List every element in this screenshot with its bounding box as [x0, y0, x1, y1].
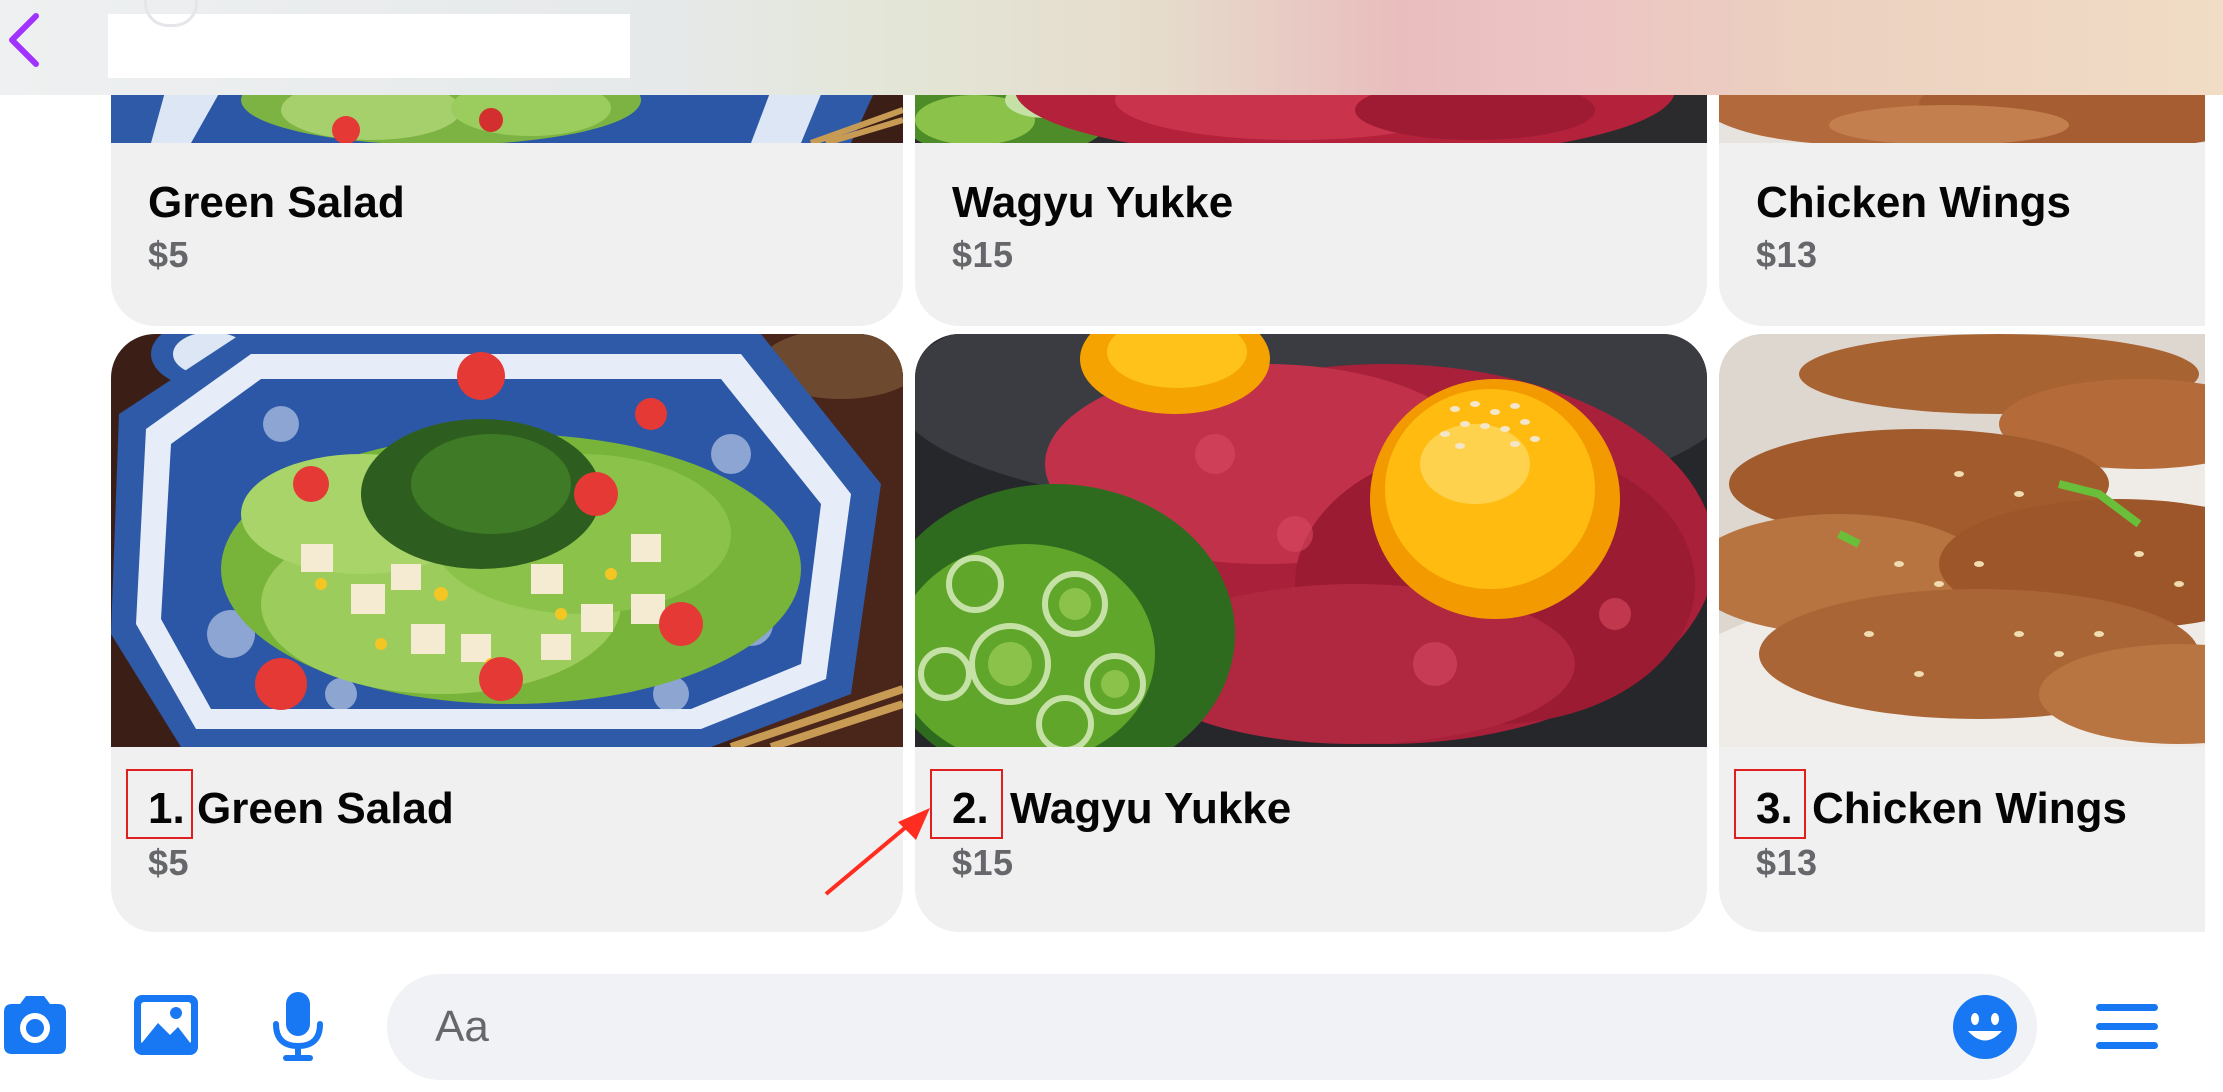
annotation-arrow-icon — [824, 808, 930, 896]
item-title: Wagyu Yukke — [1010, 784, 1292, 833]
green-salad-image — [111, 334, 903, 747]
chevron-left-icon — [9, 13, 39, 67]
item-price: $5 — [148, 842, 190, 883]
message-composer — [387, 974, 2037, 1080]
viewport-edge — [2205, 95, 2223, 955]
photo-icon — [134, 995, 198, 1055]
photo-button[interactable] — [132, 993, 200, 1057]
emoji-icon — [1953, 995, 2017, 1059]
menu-button[interactable] — [2094, 1000, 2160, 1054]
menu-icon — [2096, 1004, 2158, 1049]
item-price: $15 — [952, 234, 1014, 275]
microphone-button[interactable] — [270, 990, 326, 1062]
camera-button[interactable] — [0, 990, 70, 1060]
item-price: $15 — [952, 842, 1014, 883]
item-title: Wagyu Yukke — [952, 178, 1234, 227]
item-price: $13 — [1756, 842, 1818, 883]
menu-card-chicken-wings[interactable]: 3. Chicken Wings $13 — [1719, 334, 2223, 932]
item-title: Green Salad — [197, 784, 454, 833]
chat-header — [0, 0, 2223, 95]
camera-icon — [4, 996, 66, 1054]
back-button[interactable] — [0, 4, 48, 74]
item-number: 1. — [148, 784, 185, 833]
item-title: Green Salad — [148, 178, 405, 227]
item-number: 3. — [1756, 784, 1793, 833]
item-number: 2. — [952, 784, 989, 833]
item-title: Chicken Wings — [1812, 784, 2127, 833]
item-title: Chicken Wings — [1756, 178, 2071, 227]
item-price: $5 — [148, 234, 190, 275]
wagyu-yukke-image — [915, 334, 1707, 747]
avatar — [144, 0, 198, 27]
emoji-button[interactable] — [1952, 994, 2018, 1060]
microphone-icon — [273, 992, 323, 1061]
chicken-wings-image — [1719, 334, 2223, 747]
menu-card-wagyu-yukke[interactable]: 2. Wagyu Yukke $15 — [915, 334, 1707, 932]
message-input[interactable] — [433, 996, 1937, 1058]
menu-card-green-salad[interactable]: 1. Green Salad $5 — [111, 334, 903, 932]
item-price: $13 — [1756, 234, 1818, 275]
contact-name-redacted — [108, 0, 630, 78]
